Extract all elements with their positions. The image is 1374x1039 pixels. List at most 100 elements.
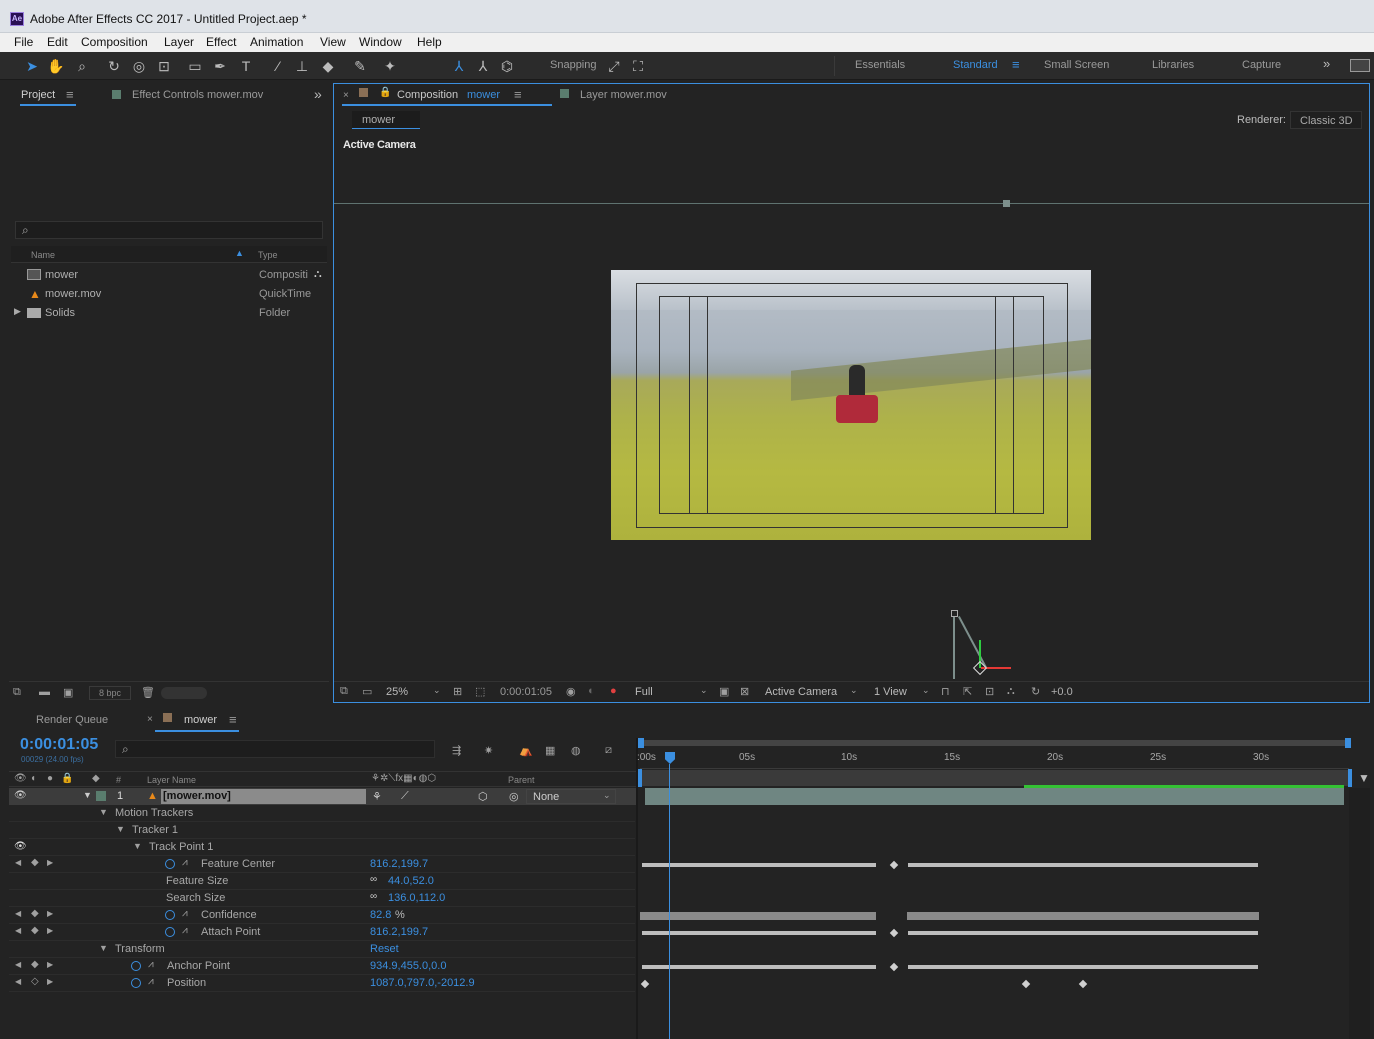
- workspace-libraries[interactable]: Libraries: [1152, 59, 1194, 71]
- fast-preview-icon[interactable]: ⊠: [740, 685, 749, 698]
- property-row[interactable]: ◀ ◇ ▶ ⩘ Position 1087.0,797.0,-2012.9: [9, 975, 635, 992]
- keyframe-toggle-icon[interactable]: ◆: [31, 959, 39, 970]
- project-item-mower[interactable]: mower Compositi ⛬: [11, 266, 327, 284]
- col-type[interactable]: Type: [258, 250, 278, 260]
- menu-composition[interactable]: Composition: [81, 35, 148, 49]
- camera-view-select[interactable]: Active Camera: [765, 686, 837, 698]
- keyframe-run[interactable]: [642, 965, 876, 969]
- tab-layer[interactable]: Layer mower.mov: [580, 89, 667, 101]
- frame-blending-icon[interactable]: ▦: [545, 744, 555, 757]
- graph-icon[interactable]: ⩘: [148, 976, 154, 987]
- property-value[interactable]: 44.0,52.0: [388, 875, 434, 887]
- mask-visibility-icon[interactable]: ▭: [362, 685, 372, 698]
- reset-exposure-icon[interactable]: ↻: [1031, 685, 1040, 698]
- video-eye-icon[interactable]: 👁: [14, 790, 27, 801]
- tab-effect-controls[interactable]: Effect Controls mower.mov: [132, 89, 263, 101]
- next-keyframe-icon[interactable]: ▶: [47, 926, 53, 935]
- keyframe[interactable]: [640, 979, 650, 989]
- clone-stamp-icon[interactable]: ⊥: [292, 56, 312, 76]
- current-time-display[interactable]: 0:00:01:05: [20, 736, 98, 754]
- chevron-down-icon[interactable]: ⌄: [850, 685, 858, 696]
- property-value[interactable]: 1087.0,797.0,-2012.9: [370, 977, 475, 989]
- navigator-end-handle[interactable]: [1345, 738, 1351, 748]
- chevron-down-icon[interactable]: ⌄: [922, 685, 930, 696]
- property-row[interactable]: ▼ Transform Reset: [9, 941, 635, 958]
- layer-name-field[interactable]: [mower.mov]: [161, 789, 366, 804]
- navigator-start-handle[interactable]: [638, 738, 644, 748]
- brush-tool-icon[interactable]: ⁄: [268, 56, 288, 76]
- switches-icon[interactable]: ⚘✲⟍fx▦◐◍⬡: [371, 773, 436, 784]
- tab-project[interactable]: Project: [21, 89, 55, 101]
- menu-layer[interactable]: Layer: [164, 35, 194, 49]
- collapse-triangle-icon[interactable]: ▼: [99, 943, 108, 953]
- pick-whip-icon[interactable]: ◎: [509, 790, 519, 803]
- always-preview-icon[interactable]: ⧉: [340, 685, 348, 698]
- bpc-button[interactable]: 8 bpc: [89, 686, 131, 700]
- resolution-value[interactable]: Full: [635, 686, 653, 698]
- keyframe[interactable]: [889, 928, 899, 938]
- chevron-down-icon[interactable]: ⌄: [433, 685, 441, 696]
- keyframe-run[interactable]: [908, 931, 1258, 935]
- keyframe-run[interactable]: [908, 863, 1258, 867]
- keyframe[interactable]: [889, 962, 899, 972]
- zoom-value[interactable]: 25%: [386, 686, 408, 698]
- stopwatch-icon[interactable]: [131, 961, 141, 971]
- keyframe-run[interactable]: [642, 863, 876, 867]
- tab-timeline-comp[interactable]: mower: [184, 714, 217, 726]
- reset-link[interactable]: Reset: [370, 943, 399, 955]
- transparency-grid-icon[interactable]: ▣: [719, 685, 729, 698]
- tab-render-queue[interactable]: Render Queue: [36, 714, 108, 726]
- property-row[interactable]: ◀ ◆ ▶ ⩘ Attach Point 816.2,199.7: [9, 924, 635, 941]
- type-tool-icon[interactable]: T: [236, 56, 256, 76]
- more-workspaces-icon[interactable]: »: [1323, 56, 1330, 71]
- trash-icon[interactable]: 🗑: [141, 686, 155, 699]
- project-item-mower-mov[interactable]: ▲ mower.mov QuickTime: [11, 285, 327, 303]
- keyframe-run[interactable]: [642, 931, 876, 935]
- keyframe-toggle-icon[interactable]: ◇: [31, 976, 39, 987]
- property-value[interactable]: 816.2,199.7: [370, 926, 428, 938]
- workspace-essentials[interactable]: Essentials: [855, 59, 905, 71]
- col-parent[interactable]: Parent: [508, 775, 535, 785]
- prev-keyframe-icon[interactable]: ◀: [15, 909, 21, 918]
- breadcrumb[interactable]: mower: [352, 111, 420, 129]
- stopwatch-icon[interactable]: [131, 978, 141, 988]
- motion-blur-icon[interactable]: ◍: [571, 744, 581, 757]
- keyframe-toggle-icon[interactable]: ◆: [31, 857, 39, 868]
- graph-icon[interactable]: ⩘: [182, 925, 188, 936]
- video-eye-icon[interactable]: 👁: [14, 841, 27, 852]
- workspace-menu-icon[interactable]: ≡: [1012, 57, 1020, 72]
- draft-3d-icon[interactable]: ✷: [484, 744, 493, 757]
- snapshot-icon[interactable]: ◉: [566, 685, 576, 698]
- col-layer-name[interactable]: Layer Name: [147, 775, 196, 785]
- comp-marker-bin-icon[interactable]: ▼: [1358, 771, 1370, 785]
- orbit-camera-icon[interactable]: ◎: [129, 56, 149, 76]
- snap-edges-icon[interactable]: ⤢: [604, 56, 624, 76]
- collapse-triangle-icon[interactable]: ▼: [116, 824, 125, 834]
- property-row[interactable]: ◀ ◆ ▶ ⩘ Anchor Point 934.9,455.0,0.0: [9, 958, 635, 975]
- toggle-pixel-aspect-icon[interactable]: ⊓: [941, 685, 950, 698]
- viewer-timecode[interactable]: 0:00:01:05: [500, 686, 552, 698]
- property-row[interactable]: ◀ ◆ ▶ ⩘ Confidence 82.8 %: [9, 907, 635, 924]
- rotate-tool-icon[interactable]: ↻: [104, 56, 124, 76]
- layer-duration-bar[interactable]: [645, 788, 1344, 805]
- timeline-scrollbar[interactable]: [1349, 788, 1370, 1039]
- work-area-start[interactable]: [638, 769, 642, 787]
- solo-icon[interactable]: ●: [47, 773, 53, 784]
- workspace-standard[interactable]: Standard: [953, 59, 998, 71]
- 3d-layer-switch-icon[interactable]: ⬡: [478, 790, 488, 803]
- search-help-icon[interactable]: [1350, 59, 1370, 72]
- workspace-capture[interactable]: Capture: [1242, 59, 1281, 71]
- prev-keyframe-icon[interactable]: ◀: [15, 858, 21, 867]
- keyframe-toggle-icon[interactable]: ◆: [31, 908, 39, 919]
- layer-label-swatch[interactable]: [96, 791, 106, 801]
- region-of-interest-icon[interactable]: ⬚: [475, 685, 485, 698]
- close-tab-icon[interactable]: ×: [343, 90, 349, 101]
- pen-tool-icon[interactable]: ✒: [210, 56, 230, 76]
- next-keyframe-icon[interactable]: ▶: [47, 909, 53, 918]
- shy-switch-icon[interactable]: ⚘: [372, 790, 382, 803]
- local-axis-icon[interactable]: ⅄: [449, 56, 469, 76]
- label-tag-icon[interactable]: ◆: [92, 773, 100, 784]
- new-folder-icon[interactable]: ▬: [39, 686, 50, 698]
- audio-icon[interactable]: ◖: [30, 773, 36, 784]
- footage-viewer[interactable]: [611, 270, 1091, 540]
